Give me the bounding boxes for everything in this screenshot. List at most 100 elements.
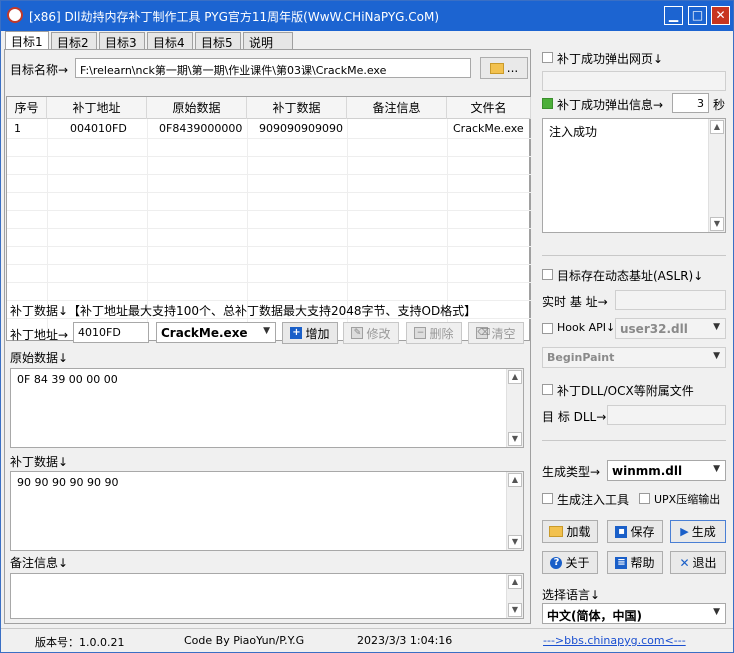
remark-label: 备注信息↓ bbox=[10, 556, 69, 570]
remark-textarea[interactable]: ▲ ▼ bbox=[10, 573, 524, 619]
upx-checkbox[interactable] bbox=[639, 493, 650, 504]
popup-web-url-input[interactable] bbox=[542, 71, 726, 91]
hook-api-checkbox[interactable] bbox=[542, 323, 553, 334]
realtime-base-label: 实时 基 址→ bbox=[542, 295, 608, 309]
divider bbox=[542, 255, 726, 256]
upx-label: UPX压缩输出 bbox=[654, 493, 721, 506]
minus-icon: − bbox=[414, 327, 427, 339]
col-patch-address[interactable]: 补丁地址 bbox=[47, 97, 147, 119]
close-button[interactable]: ✕ bbox=[711, 6, 730, 25]
original-data-scrollbar[interactable]: ▲ ▼ bbox=[506, 369, 523, 447]
col-original-data[interactable]: 原始数据 bbox=[147, 97, 247, 119]
scroll-up-icon[interactable]: ▲ bbox=[508, 370, 522, 384]
col-filename[interactable]: 文件名 bbox=[447, 97, 531, 119]
app-icon bbox=[7, 7, 23, 23]
col-index[interactable]: 序号 bbox=[7, 97, 47, 119]
remark-scrollbar[interactable]: ▲ ▼ bbox=[506, 574, 523, 618]
status-bar: 版本号：1.0.0.21 Code By PiaoYun/P.Y.G 2023/… bbox=[1, 628, 733, 652]
chevron-down-icon: ▼ bbox=[713, 464, 720, 474]
help-button[interactable]: ≡ 帮助 bbox=[607, 551, 663, 574]
patch-info-label: 补丁数据↓【补丁地址最大支持100个、总补丁数据最大支持2048字节、支持OD格… bbox=[10, 304, 477, 318]
tab-target-1[interactable]: 目标1 bbox=[5, 31, 49, 51]
play-icon: ▶ bbox=[680, 525, 689, 538]
scroll-up-icon[interactable]: ▲ bbox=[508, 575, 522, 589]
patch-data-textarea[interactable]: 90 90 90 90 90 90 ▲ ▼ bbox=[10, 471, 524, 551]
popup-msg-checkbox[interactable] bbox=[542, 98, 553, 109]
tab-target-5[interactable]: 目标5 bbox=[195, 32, 241, 50]
tab-target-3[interactable]: 目标3 bbox=[99, 32, 145, 50]
original-data-textarea[interactable]: 0F 84 39 00 00 00 ▲ ▼ bbox=[10, 368, 524, 448]
col-remark[interactable]: 备注信息 bbox=[347, 97, 447, 119]
seconds-unit-label: 秒 bbox=[713, 98, 726, 112]
aslr-checkbox[interactable] bbox=[542, 269, 553, 280]
table-cell: 909090909090 bbox=[259, 122, 343, 135]
question-icon: ? bbox=[550, 556, 563, 569]
popup-web-label: 补丁成功弹出网页↓ bbox=[557, 52, 664, 66]
aslr-label: 目标存在动态基址(ASLR)↓ bbox=[557, 269, 704, 283]
table-cell: 1 bbox=[14, 122, 21, 135]
scroll-up-icon[interactable]: ▲ bbox=[508, 473, 522, 487]
col-patch-data[interactable]: 补丁数据 bbox=[247, 97, 347, 119]
gen-injector-label: 生成注入工具 bbox=[557, 493, 630, 507]
tab-target-2[interactable]: 目标2 bbox=[51, 32, 97, 50]
table-cell: 0F8439000000 bbox=[159, 122, 243, 135]
patch-list-header: 序号 补丁地址 原始数据 补丁数据 备注信息 文件名 bbox=[7, 97, 531, 119]
attach-files-checkbox[interactable] bbox=[542, 384, 553, 395]
scroll-up-icon[interactable]: ▲ bbox=[710, 120, 724, 134]
tab-target-4[interactable]: 目标4 bbox=[147, 32, 193, 50]
tab-help[interactable]: 说明 bbox=[243, 32, 293, 50]
realtime-base-input[interactable] bbox=[615, 290, 726, 310]
generate-button[interactable]: ▶ 生成 bbox=[670, 520, 726, 543]
target-path-input[interactable]: F:\relearn\nck第一期\第一期\作业课件\第03课\CrackMe.… bbox=[75, 58, 471, 78]
chevron-down-icon: ▼ bbox=[713, 322, 720, 332]
author-text: Code By PiaoYun/P.Y.G bbox=[184, 634, 305, 647]
original-data-label: 原始数据↓ bbox=[10, 351, 69, 365]
target-dll-input[interactable] bbox=[607, 405, 726, 425]
module-select[interactable]: CrackMe.exe ▼ bbox=[156, 322, 276, 343]
scroll-down-icon[interactable]: ▼ bbox=[508, 535, 522, 549]
folder-icon bbox=[489, 62, 504, 74]
clear-button[interactable]: ⌫ 清空 bbox=[468, 322, 524, 344]
datetime-text: 2023/3/3 1:04:16 bbox=[357, 634, 453, 647]
gen-injector-checkbox[interactable] bbox=[542, 493, 553, 504]
popup-seconds-input[interactable]: 3 bbox=[672, 93, 709, 113]
patch-address-label: 补丁地址→ bbox=[10, 328, 69, 342]
patch-address-input[interactable]: 4010FD bbox=[73, 322, 149, 343]
gen-type-label: 生成类型→ bbox=[542, 465, 601, 479]
plus-icon: + bbox=[290, 327, 303, 339]
popup-msg-scrollbar[interactable]: ▲ ▼ bbox=[708, 119, 725, 232]
table-cell: 004010FD bbox=[70, 122, 127, 135]
close-x-icon: ✕ bbox=[679, 555, 690, 570]
load-button[interactable]: 加载 bbox=[542, 520, 598, 543]
target-name-label: 目标名称→ bbox=[10, 63, 69, 77]
delete-button[interactable]: − 删除 bbox=[406, 322, 462, 344]
table-cell: CrackMe.exe bbox=[453, 122, 524, 135]
floppy-icon: ▪ bbox=[615, 525, 628, 538]
popup-web-checkbox[interactable] bbox=[542, 52, 553, 63]
hook-dll-select[interactable]: user32.dll ▼ bbox=[615, 318, 726, 339]
hook-func-select[interactable]: BeginPaint ▼ bbox=[542, 347, 726, 368]
book-icon: ≡ bbox=[615, 556, 628, 569]
scroll-down-icon[interactable]: ▼ bbox=[710, 217, 724, 231]
about-button[interactable]: ? 关于 bbox=[542, 551, 598, 574]
exit-button[interactable]: ✕ 退出 bbox=[670, 551, 726, 574]
folder-icon bbox=[549, 526, 564, 537]
maximize-button[interactable]: □ bbox=[688, 6, 707, 25]
title-bar[interactable]: [x86] Dll劫持内存补丁制作工具 PYG官方11周年版(WwW.CHiNa… bbox=[1, 1, 733, 31]
save-button[interactable]: ▪ 保存 bbox=[607, 520, 663, 543]
popup-msg-textarea[interactable]: 注入成功 ▲ ▼ bbox=[542, 118, 726, 233]
minimize-button[interactable]: ▁ bbox=[664, 6, 683, 25]
gen-type-select[interactable]: winmm.dll ▼ bbox=[607, 460, 726, 481]
add-button[interactable]: + 增加 bbox=[282, 322, 338, 344]
browse-button[interactable]: ... bbox=[480, 57, 528, 79]
scroll-down-icon[interactable]: ▼ bbox=[508, 603, 522, 617]
window-title: [x86] Dll劫持内存补丁制作工具 PYG官方11周年版(WwW.CHiNa… bbox=[29, 10, 440, 24]
attach-files-label: 补丁DLL/OCX等附属文件 bbox=[557, 384, 694, 398]
scroll-down-icon[interactable]: ▼ bbox=[508, 432, 522, 446]
forum-link[interactable]: --->bbs.chinapyg.com<--- bbox=[543, 634, 686, 647]
main-window: [x86] Dll劫持内存补丁制作工具 PYG官方11周年版(WwW.CHiNa… bbox=[0, 0, 734, 653]
patch-data-scrollbar[interactable]: ▲ ▼ bbox=[506, 472, 523, 550]
language-select[interactable]: 中文(简体，中国) ▼ bbox=[542, 603, 726, 624]
modify-button[interactable]: ✎ 修改 bbox=[343, 322, 399, 344]
chevron-down-icon: ▼ bbox=[263, 326, 270, 336]
